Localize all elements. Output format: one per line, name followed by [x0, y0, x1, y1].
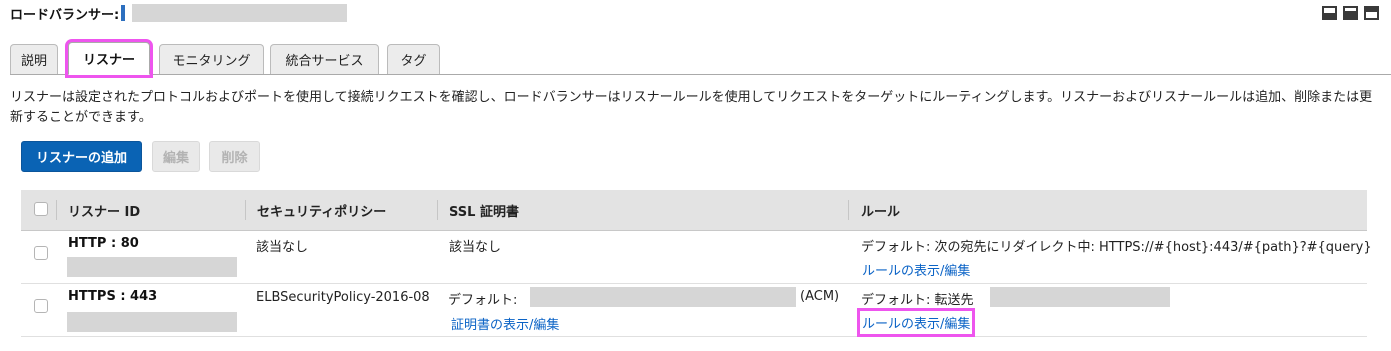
select-all-checkbox[interactable] — [34, 202, 48, 216]
tab-tags[interactable]: タグ — [387, 44, 440, 74]
detail-tabs: 説明 リスナー モニタリング 統合サービス タグ — [10, 42, 1391, 75]
security-policy: 該当なし — [256, 240, 309, 255]
load-balancer-header: ロードバランサー: — [10, 4, 348, 23]
load-balancer-label: ロードバランサー: — [10, 7, 120, 23]
column-separator — [56, 200, 57, 220]
table-row[interactable]: HTTP : 80 該当なし 該当なし デフォルト: 次の宛先にリダイレクト中:… — [21, 231, 1372, 284]
target-group-redacted — [990, 287, 1170, 307]
rule-default-action: デフォルト: 次の宛先にリダイレクト中: HTTPS://#{host}:443… — [861, 240, 1372, 255]
ssl-default-label: デフォルト: — [448, 293, 518, 308]
column-separator — [245, 200, 246, 220]
edit-button[interactable]: 編集 — [152, 141, 200, 172]
tab-integrated-services[interactable]: 統合サービス — [270, 44, 379, 74]
load-balancer-marker — [121, 5, 126, 21]
row-checkbox[interactable] — [34, 246, 48, 260]
view-edit-rules-link[interactable]: ルールの表示/編集 — [862, 260, 970, 279]
column-separator — [848, 200, 849, 220]
listener-description: リスナーは設定されたプロトコルおよびポートを使用して接続リクエストを確認し、ロー… — [10, 90, 1373, 125]
layout-top-panel-icon[interactable] — [1364, 6, 1379, 20]
listener-id: HTTPS : 443 — [68, 289, 158, 304]
table-header: リスナー ID セキュリティポリシー SSL 証明書 ルール — [21, 190, 1367, 231]
tab-description[interactable]: 説明 — [10, 44, 58, 74]
ssl-certificate: 該当なし — [449, 240, 502, 255]
column-header-security-policy[interactable]: セキュリティポリシー — [257, 190, 386, 230]
ssl-certificate-source: (ACM) — [800, 289, 840, 304]
view-edit-rules-link[interactable]: ルールの表示/編集 — [856, 308, 976, 337]
table-row[interactable]: HTTPS : 443 ELBSecurityPolicy-2016-08 デフ… — [21, 284, 1367, 337]
listener-arn-redacted — [67, 257, 237, 277]
load-balancer-name-redacted — [132, 4, 348, 22]
row-checkbox[interactable] — [34, 299, 48, 313]
add-listener-button[interactable]: リスナーの追加 — [21, 141, 142, 172]
column-separator — [437, 200, 438, 220]
listener-id: HTTP : 80 — [68, 236, 139, 251]
layout-bottom-panel-icon[interactable] — [1322, 6, 1337, 20]
delete-button[interactable]: 削除 — [209, 141, 260, 172]
rule-default-action: デフォルト: 転送先 — [861, 293, 974, 308]
layout-split-panel-icon[interactable] — [1343, 6, 1358, 20]
certificate-arn-redacted — [530, 287, 796, 307]
view-edit-certificate-link[interactable]: 証明書の表示/編集 — [451, 314, 559, 333]
tab-listeners[interactable]: リスナー — [68, 42, 150, 75]
column-header-ssl-certificate[interactable]: SSL 証明書 — [449, 190, 519, 230]
tab-monitoring[interactable]: モニタリング — [159, 44, 264, 74]
column-header-listener-id[interactable]: リスナー ID — [68, 190, 140, 230]
listener-arn-redacted — [67, 312, 237, 332]
column-header-rules[interactable]: ルール — [861, 190, 900, 230]
view-layout-controls — [1322, 6, 1379, 20]
security-policy: ELBSecurityPolicy-2016-08 — [256, 290, 430, 305]
